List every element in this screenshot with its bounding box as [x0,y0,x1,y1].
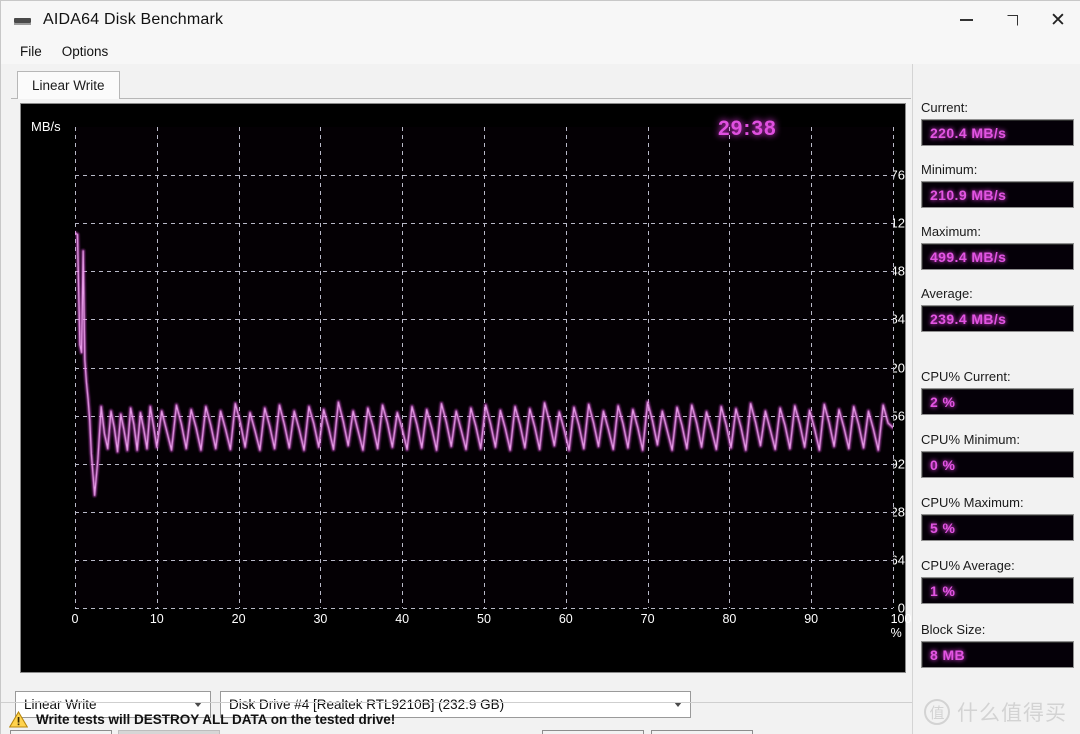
x-tick-label: 60 [558,612,573,626]
stat-value-box-3: 239.4 MB/s [921,305,1074,332]
stat-label-6: CPU% Maximum: [921,495,1024,510]
window-title: AIDA64 Disk Benchmark [43,11,224,28]
minimize-icon [959,19,973,21]
stat-value-0: 220.4 MB/s [930,124,1007,141]
x-tick-label: 70 [640,612,655,626]
stat-value-box-8: 8 MB [921,641,1074,668]
stat-value-7: 1 % [930,582,956,599]
stat-value-box-2: 499.4 MB/s [921,243,1074,270]
tab-linear-write[interactable]: Linear Write [17,71,120,99]
speed-trace [75,127,893,608]
x-tick-label: 50 [477,612,491,626]
x-tick-label: 90 [804,612,819,626]
stat-value-1: 210.9 MB/s [930,186,1007,203]
statistics-panel: Current: 220.4 MB/s Minimum: 210.9 MB/s Maxi… [913,64,1080,734]
stat-value-8: 8 MB [930,646,966,663]
stat-label-3: Average: [921,286,973,301]
x-tick-label: 100 % [890,612,912,640]
minimize-button[interactable] [943,1,989,39]
x-tick-label: 10 [149,612,164,626]
y-axis-unit: MB/s [31,119,61,134]
menu-bar: File Options [1,39,1080,64]
maximize-icon [1006,14,1018,26]
warning-triangle-icon [8,710,29,728]
stat-value-5: 0 % [930,456,956,473]
stat-label-8: Block Size: [921,622,986,637]
x-tick-label: 20 [231,612,246,626]
stat-value-box-6: 5 % [921,514,1074,541]
stat-label-7: CPU% Average: [921,558,1015,573]
watermark-badge: 值 [924,699,950,725]
warning-text: Write tests will DESTROY ALL DATA on the… [36,711,396,727]
stat-value-box-4: 2 % [921,388,1074,415]
grid-line-vertical [893,127,894,608]
grid-line-horizontal [75,608,893,609]
stat-label-1: Minimum: [921,162,978,177]
aida64-disk-benchmark-window: AIDA64 Disk Benchmark ✕ File Options Lin… [0,0,1080,734]
x-tick-label: 30 [313,612,328,626]
stat-value-4: 2 % [930,393,956,410]
stat-label-4: CPU% Current: [921,369,1011,384]
stat-value-2: 499.4 MB/s [930,248,1007,265]
watermark: 值 什么值得买 [924,697,1067,727]
stat-value-box-5: 0 % [921,451,1074,478]
close-button[interactable]: ✕ [1035,1,1080,39]
warning-bar: Write tests will DESTROY ALL DATA on the… [1,702,913,734]
x-tick-label: 80 [722,612,737,626]
plot-area [75,127,894,609]
stat-label-5: CPU% Minimum: [921,432,1020,447]
stat-value-box-1: 210.9 MB/s [921,181,1074,208]
elapsed-timer: 29:38 [718,117,777,140]
stat-value-box-7: 1 % [921,577,1074,604]
benchmark-chart: MB/s 0 64 128 192 256 320 384 448 512 576 0 10 20 30… [20,103,911,673]
menu-item-options[interactable]: Options [53,42,118,61]
stat-value-3: 239.4 MB/s [930,310,1007,327]
window-controls: ✕ [943,1,1080,39]
x-tick-label: 40 [395,612,410,626]
tab-strip: Linear Write [11,71,911,99]
maximize-button[interactable] [989,1,1035,39]
title-bar: AIDA64 Disk Benchmark ✕ [1,1,1080,39]
menu-item-file[interactable]: File [11,42,51,61]
disk-icon [13,10,33,30]
x-tick-label: 0 [71,612,79,626]
stat-label-0: Current: [921,100,968,115]
close-icon: ✕ [1050,8,1066,31]
tab-underline [11,98,911,99]
stat-label-2: Maximum: [921,224,981,239]
watermark-text: 什么值得买 [957,701,1067,725]
content-area: Linear Write MB/s 0 64 128 192 256 320 384 448 5… [1,64,1080,734]
stat-value-6: 5 % [930,519,956,536]
stat-value-box-0: 220.4 MB/s [921,119,1074,146]
